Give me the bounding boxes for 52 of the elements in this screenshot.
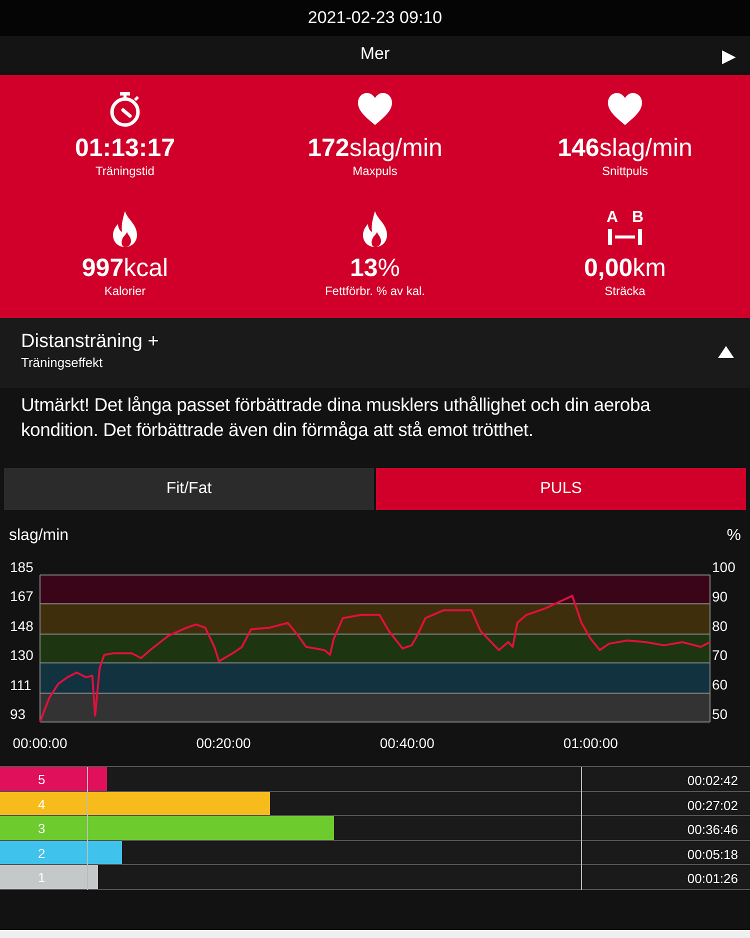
- axis-tick-label: 185: [10, 559, 34, 575]
- stat-value: 01:13:17: [74, 133, 176, 163]
- zone-number: 4: [38, 796, 46, 814]
- axis-tick-label: 90: [712, 588, 728, 604]
- axis-tick-label: 93: [10, 706, 26, 722]
- axis-title: slag/min: [9, 527, 69, 544]
- stat-value: 146slag/min: [558, 133, 692, 163]
- axis-tick-label: 01:00:00: [563, 735, 618, 751]
- axis-tick-label: 100: [712, 559, 736, 575]
- marker-letter: B: [632, 209, 644, 227]
- axis-tick-label: 70: [712, 647, 728, 664]
- play-arrow-icon[interactable]: ▶: [722, 43, 736, 70]
- axis-tick-label: 00:20:00: [196, 735, 251, 751]
- axis-title: %: [726, 527, 741, 544]
- axis-tick-label: 167: [10, 588, 34, 604]
- stat-label: Maxpuls: [352, 163, 398, 179]
- zone-time: 00:05:18: [687, 846, 738, 864]
- zone-number: 1: [38, 869, 46, 887]
- stat-value: 172slag/min: [308, 133, 442, 163]
- marker-letter: A: [606, 209, 618, 227]
- axis-tick-label: 148: [10, 618, 34, 634]
- distance-bar-icon: [607, 227, 643, 245]
- more-button[interactable]: Mer: [360, 41, 390, 67]
- axis-tick-label: 50: [712, 706, 728, 722]
- workout-title: Distansträning +: [21, 330, 160, 354]
- stat-label: Kalorier: [104, 283, 146, 299]
- zone-number: 2: [38, 844, 46, 862]
- axis-tick-label: 00:00:00: [12, 735, 68, 751]
- effect-description: Utmärkt! Det långa passet förbättrade dina musklers uthållighet och din aeroba kondition. Det förbättrade även din förmåga att stå emot trötthet.: [20, 393, 652, 442]
- zone-number: 3: [38, 820, 46, 838]
- zone-time: 00:01:26: [687, 870, 738, 888]
- zone-number: 5: [38, 771, 46, 789]
- axis-tick-label: 130: [10, 646, 34, 663]
- axis-tick-label: 111: [10, 677, 32, 694]
- workout-subtitle: Träningseffekt: [21, 354, 104, 372]
- chart-tab[interactable]: PULS: [376, 468, 746, 510]
- zone-time: 00:27:02: [687, 796, 738, 814]
- zone-time: 00:36:46: [687, 821, 738, 839]
- stat-value: 13%: [350, 253, 400, 283]
- axis-tick-label: 00:40:00: [380, 735, 434, 751]
- date-time: 2021-02-23 09:10: [308, 7, 442, 30]
- stat-label: Snittpuls: [602, 163, 648, 179]
- chart-tab[interactable]: Fit/Fat: [4, 468, 374, 510]
- stat-label: Träningstid: [96, 163, 154, 179]
- stat-label: Fettförbr. % av kal.: [324, 283, 426, 299]
- stat-value: 0,00km: [584, 253, 666, 283]
- zone-time: 00:02:42: [687, 772, 738, 790]
- stat-value: 997kcal: [82, 253, 168, 283]
- axis-tick-label: 60: [712, 676, 728, 693]
- axis-tick-label: 80: [712, 618, 728, 634]
- stat-label: Sträcka: [604, 283, 646, 299]
- collapse-caret-icon[interactable]: [718, 346, 734, 358]
